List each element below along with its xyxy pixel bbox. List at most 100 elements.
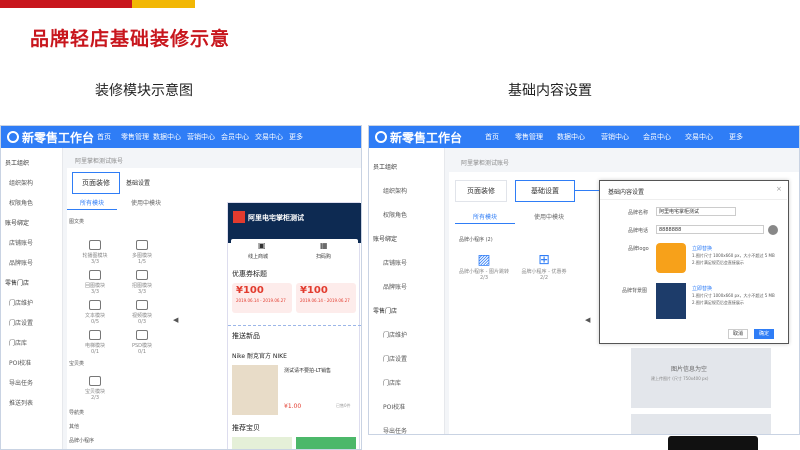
module-video[interactable]: 视频模块 0/3: [122, 300, 162, 325]
breadcrumb[interactable]: 阿里掌柜测试账号: [461, 158, 509, 167]
product-image[interactable]: [232, 365, 278, 415]
module-elevator[interactable]: 电梯模块 0/1: [75, 330, 115, 355]
app-logo: 新零售工作台: [375, 129, 462, 146]
caption-left: 装修模块示意图: [95, 83, 193, 99]
scan-button[interactable]: 扫码购: [316, 253, 331, 260]
sidebar-item-store-settings[interactable]: 门店设置: [383, 354, 407, 363]
nav-retail[interactable]: 零售管理: [121, 132, 149, 142]
decor-page-button[interactable]: 页面装修: [455, 180, 507, 202]
tab-all-modules[interactable]: 所有模块: [455, 212, 515, 224]
tab-used-modules[interactable]: 使用中模块: [121, 198, 171, 210]
sidebar-item-account[interactable]: 账号绑定: [5, 218, 29, 227]
nav-data[interactable]: 数据中心: [153, 132, 181, 142]
module-text[interactable]: 文本模块 0/5: [75, 300, 115, 325]
nav-retail[interactable]: 零售管理: [515, 132, 543, 142]
decor-page-button[interactable]: 页面装修: [72, 172, 120, 194]
sidebar-item-roles[interactable]: 权限角色: [383, 210, 407, 219]
brand-logo-image[interactable]: [656, 243, 686, 273]
collapse-arrow-icon[interactable]: ◀: [585, 316, 590, 324]
group-brand-mini[interactable]: 品牌小程序: [69, 437, 94, 444]
module-return-image[interactable]: 回图模块 3/3: [75, 270, 115, 295]
module-recruit-image[interactable]: 招图模块 3/3: [122, 270, 162, 295]
confirm-button[interactable]: 确定: [754, 329, 774, 339]
close-icon[interactable]: ×: [776, 185, 782, 193]
collapse-arrow-icon[interactable]: ◀: [173, 316, 178, 324]
field-brand-logo-label: 品牌logo: [628, 246, 649, 252]
tab-used-modules[interactable]: 使用中模块: [519, 212, 579, 224]
sidebar-item-roles[interactable]: 权限角色: [9, 198, 33, 207]
tab-all-modules[interactable]: 所有模块: [67, 198, 117, 210]
brand-phone-input[interactable]: 8888888: [656, 225, 764, 234]
group-nav[interactable]: 导航类: [69, 409, 84, 416]
nav-marketing[interactable]: 营销中心: [187, 132, 215, 142]
module-carousel[interactable]: 轮播图模块 3/3: [75, 240, 115, 265]
sidebar-item-store-lib[interactable]: 门店库: [383, 378, 401, 387]
group-graphic[interactable]: 图文类: [69, 218, 84, 225]
sidebar-item-store-maintain[interactable]: 门店维护: [383, 330, 407, 339]
sidebar-item-store-settings[interactable]: 门店设置: [9, 318, 33, 327]
coupon-card-1[interactable]: ¥100 2019.06.14 - 2019.06.27: [232, 283, 292, 313]
module-brand-image-jump[interactable]: ▨ 品牌小程序 - 图片跳转 2/3: [459, 252, 509, 281]
sidebar-item-shop-account[interactable]: 店铺账号: [383, 258, 407, 267]
rec-item-1[interactable]: [232, 437, 292, 449]
brand-name-input[interactable]: 阿里电宅掌柜测试: [656, 207, 736, 216]
sidebar-item-store-maintain[interactable]: 门店维护: [9, 298, 33, 307]
group-items[interactable]: 宝贝类: [69, 360, 84, 367]
breadcrumb[interactable]: 阿里掌柜测试账号: [75, 156, 123, 165]
sidebar-item-org[interactable]: 组织架构: [9, 178, 33, 187]
sidebar-item-export[interactable]: 导出任务: [9, 378, 33, 387]
group-other[interactable]: 其他: [69, 423, 79, 430]
nav-member[interactable]: 会员中心: [221, 132, 249, 142]
module-brand-coupon[interactable]: ⊞ 品牌小程序 - 优惠券 2/2: [517, 252, 571, 281]
module-count: 3/3: [90, 289, 100, 295]
sidebar-item-account[interactable]: 账号绑定: [373, 234, 397, 243]
sidebar-item-shop-account[interactable]: 店铺账号: [9, 238, 33, 247]
brand-background-image[interactable]: [656, 283, 686, 319]
sidebar-item-poi[interactable]: POI校准: [383, 402, 405, 411]
module-name: 轮播图模块: [82, 253, 108, 259]
nav-trade[interactable]: 交易中心: [255, 132, 283, 142]
cancel-button[interactable]: 取消: [728, 329, 748, 339]
nav-data[interactable]: 数据中心: [557, 132, 585, 142]
empty-image-hint: 建上传图片 (尺寸 750x400 px): [651, 376, 709, 381]
sidebar-item-org[interactable]: 组织架构: [383, 186, 407, 195]
sidebar-item-stores[interactable]: 零售门店: [5, 278, 29, 287]
empty-image-text: 图片信息为空: [671, 366, 708, 373]
sidebar-item-staff[interactable]: 员工组织: [373, 162, 397, 171]
bg-replace-link[interactable]: 立即替换: [692, 285, 712, 292]
nav-home[interactable]: 首页: [485, 132, 499, 142]
sidebar-item-poi[interactable]: POI校准: [9, 358, 31, 367]
sidebar-item-staff[interactable]: 员工组织: [5, 158, 29, 167]
module-multi-image[interactable]: 多图模块 1/5: [122, 240, 162, 265]
nav-home[interactable]: 首页: [97, 132, 111, 142]
module-psd[interactable]: PSD模块 0/1: [122, 330, 162, 355]
sidebar-item-store-lib[interactable]: 门店库: [9, 338, 27, 347]
sidebar-item-export[interactable]: 导出任务: [383, 426, 407, 434]
mall-button[interactable]: 线上商城: [248, 253, 268, 260]
nav-marketing[interactable]: 营销中心: [601, 132, 629, 142]
sidebar-item-brand-account[interactable]: 品牌账号: [9, 258, 33, 267]
sidebar-item-stores[interactable]: 零售门店: [373, 306, 397, 315]
brand-name: Nike 耐克官方 NIKE: [232, 353, 287, 360]
nav-more[interactable]: 更多: [729, 132, 743, 142]
image-icon: [89, 270, 101, 280]
coupon-card-2[interactable]: ¥100 2019.06.14 - 2019.06.27: [296, 283, 356, 313]
toggle-icon[interactable]: [768, 225, 778, 235]
nav-member[interactable]: 会员中心: [643, 132, 671, 142]
group-brand-mini[interactable]: 品牌小程序 (2): [459, 236, 493, 243]
logo-replace-link[interactable]: 立即替换: [692, 245, 712, 252]
recommend-title: 推荐宝贝: [232, 424, 260, 432]
rec-item-2[interactable]: [296, 437, 356, 449]
product-sold: 已售0件: [336, 403, 351, 408]
coupon-value: ¥100: [300, 285, 328, 296]
basic-settings-button[interactable]: 基础设置: [126, 178, 150, 187]
nav-trade[interactable]: 交易中心: [685, 132, 713, 142]
mall-icon: ▣: [258, 241, 266, 250]
sidebar-item-push[interactable]: 推送列表: [9, 398, 33, 407]
module-item[interactable]: 宝贝模块 2/3: [75, 376, 115, 401]
caption-right: 基础内容设置: [508, 83, 592, 99]
sidebar-item-brand-account[interactable]: 品牌账号: [383, 282, 407, 291]
empty-image-slot-2[interactable]: [631, 414, 771, 434]
nav-more[interactable]: 更多: [289, 132, 303, 142]
logo-text: 新零售工作台: [22, 131, 95, 145]
